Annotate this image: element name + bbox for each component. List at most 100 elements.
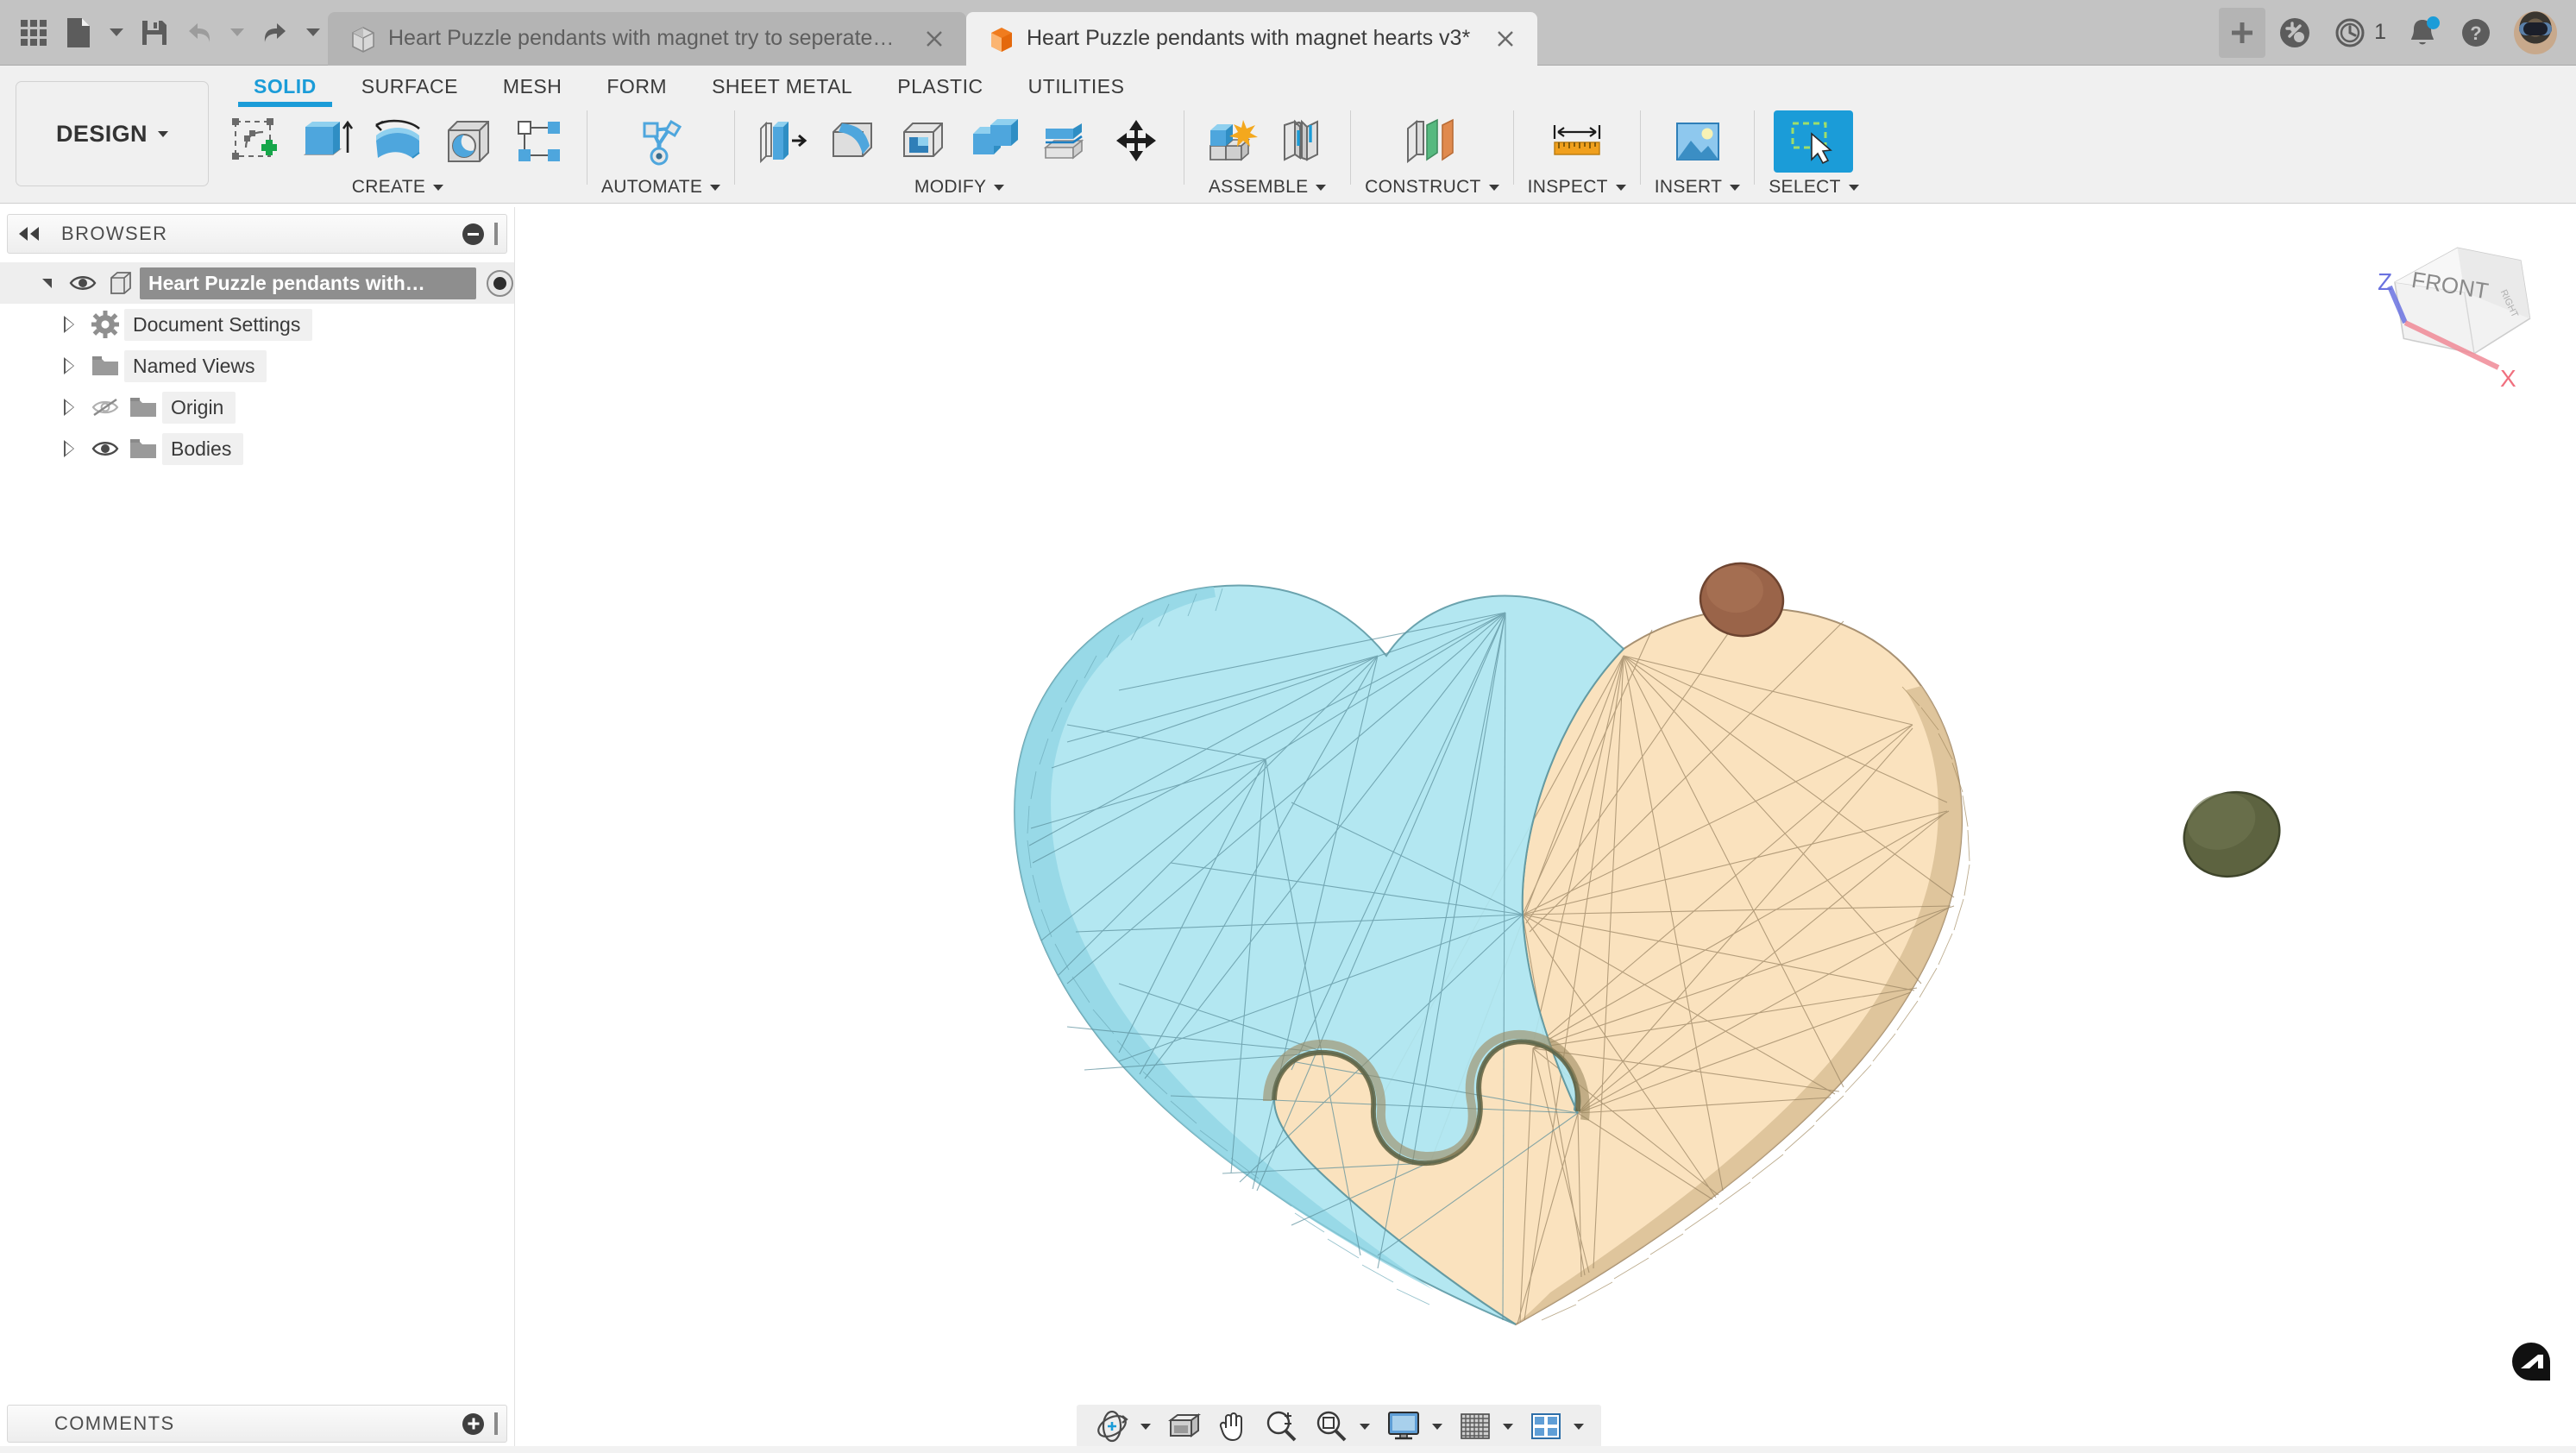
ribbon-tab-utilities[interactable]: UTILITIES: [1006, 66, 1147, 107]
workspace-switcher-button[interactable]: DESIGN: [16, 81, 209, 186]
ribbon-tab-mesh[interactable]: MESH: [481, 66, 584, 107]
browser-header: BROWSER: [7, 214, 507, 254]
app-bar-right-controls: 1 ?: [2219, 7, 2576, 58]
document-tab-1-close-icon[interactable]: [921, 26, 947, 52]
group-label-text: MODIFY: [914, 177, 987, 197]
undo-dropdown-caret-icon[interactable]: [223, 9, 252, 56]
extrude-button[interactable]: [293, 110, 361, 173]
ribbon-tab-sheet-metal[interactable]: SHEET METAL: [689, 66, 875, 107]
job-status-count: 1: [2374, 20, 2386, 44]
file-dropdown-caret-icon[interactable]: [102, 9, 131, 56]
redo-dropdown-caret-icon[interactable]: [298, 9, 328, 56]
zoom-button[interactable]: [1258, 1406, 1306, 1446]
fit-button[interactable]: [1308, 1406, 1356, 1446]
ribbon-tab-surface[interactable]: SURFACE: [339, 66, 481, 107]
ribbon-separator: [1512, 110, 1514, 185]
comments-resize-grip[interactable]: [494, 1412, 498, 1435]
expand-twisty-icon[interactable]: [52, 440, 86, 457]
create-sketch-button[interactable]: [223, 110, 290, 173]
avatar-icon: [2514, 10, 2557, 54]
autodesk-logo-icon: [2510, 1341, 2552, 1382]
orbit-dropdown-caret-icon[interactable]: [1139, 1423, 1158, 1430]
combine-button[interactable]: [961, 110, 1028, 173]
ribbon-group-assemble-label[interactable]: ASSEMBLE: [1209, 173, 1327, 202]
fillet-button[interactable]: [820, 110, 887, 173]
new-component-button[interactable]: [1198, 110, 1266, 173]
tree-node-label: Bodies: [162, 432, 244, 465]
save-icon[interactable]: [133, 9, 176, 56]
display-settings-button[interactable]: [1379, 1406, 1429, 1446]
document-tab-2-close-icon[interactable]: [1492, 26, 1518, 52]
redo-icon[interactable]: [254, 9, 297, 56]
activate-component-radio[interactable]: [487, 269, 513, 297]
pan-button[interactable]: [1209, 1406, 1256, 1446]
extensions-button[interactable]: [2269, 8, 2321, 58]
plus-circle-icon[interactable]: [462, 1412, 484, 1435]
tree-node-root[interactable]: Heart Puzzle pendants with…: [0, 262, 514, 304]
tree-node-bodies[interactable]: Bodies: [0, 428, 514, 469]
ribbon-group-insert-label[interactable]: INSERT: [1655, 173, 1741, 202]
viewport-canvas[interactable]: FRONT RIGHT Z X: [515, 207, 2576, 1398]
ribbon-group-inspect: INSPECT: [1523, 110, 1631, 204]
pattern-button[interactable]: [506, 110, 573, 173]
shell-button[interactable]: [890, 110, 958, 173]
viewports-button[interactable]: [1522, 1406, 1570, 1446]
offset-plane-button[interactable]: [1392, 110, 1472, 173]
joint-button[interactable]: [1269, 110, 1336, 173]
view-cube-body[interactable]: FRONT RIGHT: [2391, 238, 2535, 364]
display-settings-dropdown-caret-icon[interactable]: [1430, 1423, 1449, 1430]
notifications-button[interactable]: [2398, 8, 2447, 58]
help-button[interactable]: ?: [2450, 8, 2502, 58]
undo-icon[interactable]: [178, 9, 221, 56]
visibility-eye-icon[interactable]: [64, 274, 102, 292]
file-icon[interactable]: [57, 9, 100, 56]
expand-twisty-icon[interactable]: [29, 278, 64, 288]
select-button[interactable]: [1774, 110, 1854, 173]
move-copy-button[interactable]: [1103, 110, 1170, 173]
hole-button[interactable]: [435, 110, 502, 173]
grid-dropdown-caret-icon[interactable]: [1501, 1423, 1520, 1430]
ribbon-group-create-label[interactable]: CREATE: [352, 173, 444, 202]
minus-circle-icon[interactable]: [462, 223, 484, 245]
ribbon-group-automate-label[interactable]: AUTOMATE: [601, 173, 721, 202]
collapse-left-icon[interactable]: [16, 225, 42, 242]
tree-node-document-settings[interactable]: Document Settings: [0, 304, 514, 345]
expand-twisty-icon[interactable]: [52, 357, 86, 374]
job-status-button[interactable]: 1: [2324, 8, 2395, 58]
document-tab-1[interactable]: Heart Puzzle pendants with magnet try to…: [328, 11, 966, 66]
ribbon-tab-solid[interactable]: SOLID: [231, 66, 339, 107]
ribbon-group-select-label[interactable]: SELECT: [1769, 173, 1859, 202]
expand-twisty-icon[interactable]: [52, 399, 86, 416]
heart-puzzle-pendant-model[interactable]: [515, 207, 2576, 1398]
visibility-eye-icon[interactable]: [86, 439, 124, 458]
panel-resize-grip[interactable]: [494, 223, 498, 245]
expand-twisty-icon[interactable]: [52, 316, 86, 333]
ribbon-tab-plastic[interactable]: PLASTIC: [875, 66, 1005, 107]
question-icon: ?: [2462, 18, 2490, 47]
insert-mcmaster-button[interactable]: [1658, 110, 1737, 173]
grid-snaps-button[interactable]: [1451, 1406, 1499, 1446]
ribbon-group-inspect-label[interactable]: INSPECT: [1528, 173, 1626, 202]
orbit-button[interactable]: [1087, 1406, 1137, 1446]
view-cube[interactable]: FRONT RIGHT Z X: [2338, 233, 2562, 414]
automated-modeling-button[interactable]: [627, 110, 694, 173]
new-tab-button[interactable]: [2219, 7, 2266, 58]
fit-dropdown-caret-icon[interactable]: [1358, 1423, 1377, 1430]
ribbon-tab-form[interactable]: FORM: [584, 66, 689, 107]
look-at-button[interactable]: [1159, 1406, 1208, 1446]
viewports-dropdown-caret-icon[interactable]: [1572, 1423, 1591, 1430]
measure-button[interactable]: [1537, 110, 1617, 173]
offset-face-button[interactable]: [1032, 110, 1099, 173]
revolve-button[interactable]: [364, 110, 431, 173]
visibility-eye-off-icon[interactable]: [86, 397, 124, 418]
document-tab-2[interactable]: Heart Puzzle pendants with magnet hearts…: [966, 11, 1538, 66]
tree-node-named-views[interactable]: Named Views: [0, 345, 514, 387]
ribbon-group-construct-label[interactable]: CONSTRUCT: [1365, 173, 1499, 202]
workspace-label: DESIGN: [56, 120, 148, 147]
press-pull-button[interactable]: [749, 110, 816, 173]
account-avatar[interactable]: [2505, 8, 2566, 58]
navigation-bar: [1077, 1405, 1601, 1448]
ribbon-group-modify-label[interactable]: MODIFY: [914, 173, 1005, 202]
tree-node-origin[interactable]: Origin: [0, 387, 514, 428]
app-grid-icon[interactable]: [12, 9, 55, 56]
